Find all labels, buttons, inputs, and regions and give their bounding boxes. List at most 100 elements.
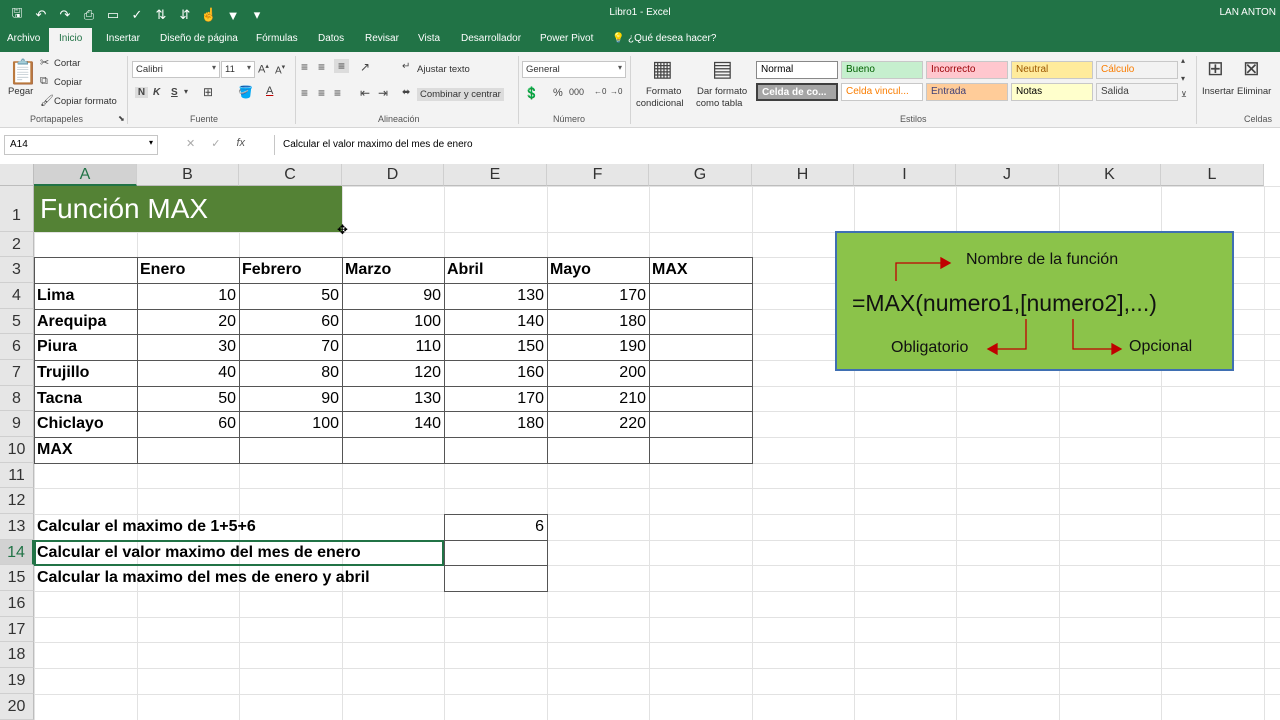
- dialog-launcher-icon[interactable]: ⬊: [118, 114, 125, 123]
- column-header-i[interactable]: I: [854, 164, 956, 186]
- gallery-more-icon[interactable]: ⊻: [1181, 90, 1187, 99]
- tab-inicio[interactable]: Inicio: [49, 28, 93, 52]
- data-cell[interactable]: 50: [239, 283, 342, 309]
- fill-color-icon[interactable]: 🪣: [238, 85, 253, 99]
- data-cell[interactable]: 80: [239, 360, 342, 386]
- data-cell[interactable]: 50: [137, 386, 239, 411]
- cut-button[interactable]: Cortar: [54, 58, 80, 69]
- column-header-g[interactable]: G: [649, 164, 752, 186]
- row-header-10[interactable]: 10: [0, 437, 34, 463]
- row-header-16[interactable]: 16: [0, 591, 34, 617]
- grow-font-icon[interactable]: A▴: [258, 62, 269, 76]
- row-label-cell[interactable]: Piura: [34, 334, 137, 360]
- data-cell[interactable]: 110: [342, 334, 444, 360]
- cell-style-4[interactable]: Cálculo: [1096, 61, 1178, 79]
- row-label-cell[interactable]: Tacna: [34, 386, 137, 411]
- data-cell[interactable]: 150: [444, 334, 547, 360]
- align-left-icon[interactable]: ≡: [301, 86, 308, 100]
- font-name-select[interactable]: Calibri ▾: [132, 61, 220, 78]
- lightbulb-icon[interactable]: 💡: [612, 33, 624, 44]
- tab-formulas[interactable]: Fórmulas: [256, 33, 298, 44]
- name-box[interactable]: A14 ▾: [4, 135, 158, 155]
- row-header-5[interactable]: 5: [0, 309, 34, 334]
- wrap-text-button[interactable]: Ajustar texto: [417, 64, 470, 75]
- format-table-line2[interactable]: como tabla: [696, 98, 742, 109]
- tab-insertar[interactable]: Insertar: [106, 33, 140, 44]
- data-cell[interactable]: 90: [342, 283, 444, 309]
- column-header-h[interactable]: H: [752, 164, 854, 186]
- merge-icon[interactable]: ⬌: [402, 87, 410, 98]
- column-header-l[interactable]: L: [1161, 164, 1264, 186]
- data-cell[interactable]: 60: [137, 411, 239, 437]
- syntax-callout[interactable]: Nombre de la función =MAX(numero1,[numer…: [835, 231, 1234, 371]
- row-header-4[interactable]: 4: [0, 283, 34, 309]
- italic-button[interactable]: K: [153, 87, 160, 98]
- merge-center-button[interactable]: Combinar y centrar: [417, 88, 504, 101]
- tab-datos[interactable]: Datos: [318, 33, 344, 44]
- copy-icon[interactable]: ⧉: [40, 75, 48, 88]
- data-cell[interactable]: 60: [239, 309, 342, 334]
- data-cell[interactable]: 100: [239, 411, 342, 437]
- data-cell[interactable]: 200: [547, 360, 649, 386]
- table-header-cell[interactable]: Febrero: [239, 257, 342, 283]
- question-cell[interactable]: Calcular el valor maximo del mes de ener…: [34, 540, 444, 565]
- format-table-icon[interactable]: ▤: [712, 56, 733, 82]
- align-middle-icon[interactable]: ≡: [318, 60, 325, 74]
- paste-icon[interactable]: 📋: [8, 58, 38, 87]
- data-cell[interactable]: 140: [444, 309, 547, 334]
- format-table-line1[interactable]: Dar formato: [697, 86, 747, 97]
- row-header-13[interactable]: 13: [0, 514, 34, 540]
- cell-style-8[interactable]: Notas: [1011, 83, 1093, 101]
- column-header-d[interactable]: D: [342, 164, 444, 186]
- row-header-1[interactable]: 1: [0, 186, 34, 232]
- column-header-f[interactable]: F: [547, 164, 649, 186]
- column-header-j[interactable]: J: [956, 164, 1059, 186]
- data-cell[interactable]: 180: [444, 411, 547, 437]
- gallery-up-icon[interactable]: ▴: [1181, 56, 1185, 65]
- data-cell[interactable]: 180: [547, 309, 649, 334]
- row-label-cell[interactable]: MAX: [34, 437, 137, 463]
- row-header-2[interactable]: 2: [0, 232, 34, 257]
- underline-button[interactable]: S: [171, 87, 178, 98]
- table-header-cell[interactable]: Mayo: [547, 257, 649, 283]
- table-header-cell[interactable]: MAX: [649, 257, 752, 283]
- row-label-cell[interactable]: Trujillo: [34, 360, 137, 386]
- row-header-15[interactable]: 15: [0, 565, 34, 591]
- copy-button[interactable]: Copiar: [54, 77, 82, 88]
- delete-button[interactable]: Eliminar: [1237, 86, 1271, 97]
- row-header-9[interactable]: 9: [0, 411, 34, 437]
- data-cell[interactable]: 40: [137, 360, 239, 386]
- cancel-icon[interactable]: ✕: [186, 137, 195, 150]
- cell-style-7[interactable]: Entrada: [926, 83, 1008, 101]
- align-bottom-icon[interactable]: ≡: [334, 59, 349, 73]
- column-header-e[interactable]: E: [444, 164, 547, 186]
- chevron-down-icon[interactable]: ▾: [184, 87, 188, 96]
- tab-desarrollador[interactable]: Desarrollador: [461, 33, 521, 44]
- increase-decimal-icon[interactable]: ←0: [594, 87, 606, 96]
- conditional-format-icon[interactable]: ▦: [652, 56, 673, 82]
- row-header-11[interactable]: 11: [0, 463, 34, 488]
- conditional-format-line2[interactable]: condicional: [636, 98, 684, 109]
- data-cell[interactable]: 130: [342, 386, 444, 411]
- orientation-icon[interactable]: ↗: [360, 60, 370, 74]
- conditional-format-line1[interactable]: Formato: [646, 86, 681, 97]
- column-header-b[interactable]: B: [137, 164, 239, 186]
- insert-function-button[interactable]: fx: [236, 137, 245, 150]
- borders-icon[interactable]: ⊞: [203, 85, 213, 99]
- row-header-18[interactable]: 18: [0, 642, 34, 668]
- data-cell[interactable]: 210: [547, 386, 649, 411]
- row-header-20[interactable]: 20: [0, 694, 34, 720]
- data-cell[interactable]: 90: [239, 386, 342, 411]
- cell-style-6[interactable]: Celda vincul...: [841, 83, 923, 101]
- tell-me-search[interactable]: ¿Qué desea hacer?: [628, 33, 716, 44]
- data-cell[interactable]: 20: [137, 309, 239, 334]
- shrink-font-icon[interactable]: A▾: [275, 63, 285, 76]
- row-header-6[interactable]: 6: [0, 334, 34, 360]
- row-header-8[interactable]: 8: [0, 386, 34, 411]
- data-cell[interactable]: 160: [444, 360, 547, 386]
- user-name[interactable]: LAN ANTON: [1220, 7, 1277, 18]
- column-header-c[interactable]: C: [239, 164, 342, 186]
- row-header-17[interactable]: 17: [0, 617, 34, 642]
- decrease-decimal-icon[interactable]: →0: [610, 87, 622, 96]
- paste-button[interactable]: Pegar: [8, 86, 33, 97]
